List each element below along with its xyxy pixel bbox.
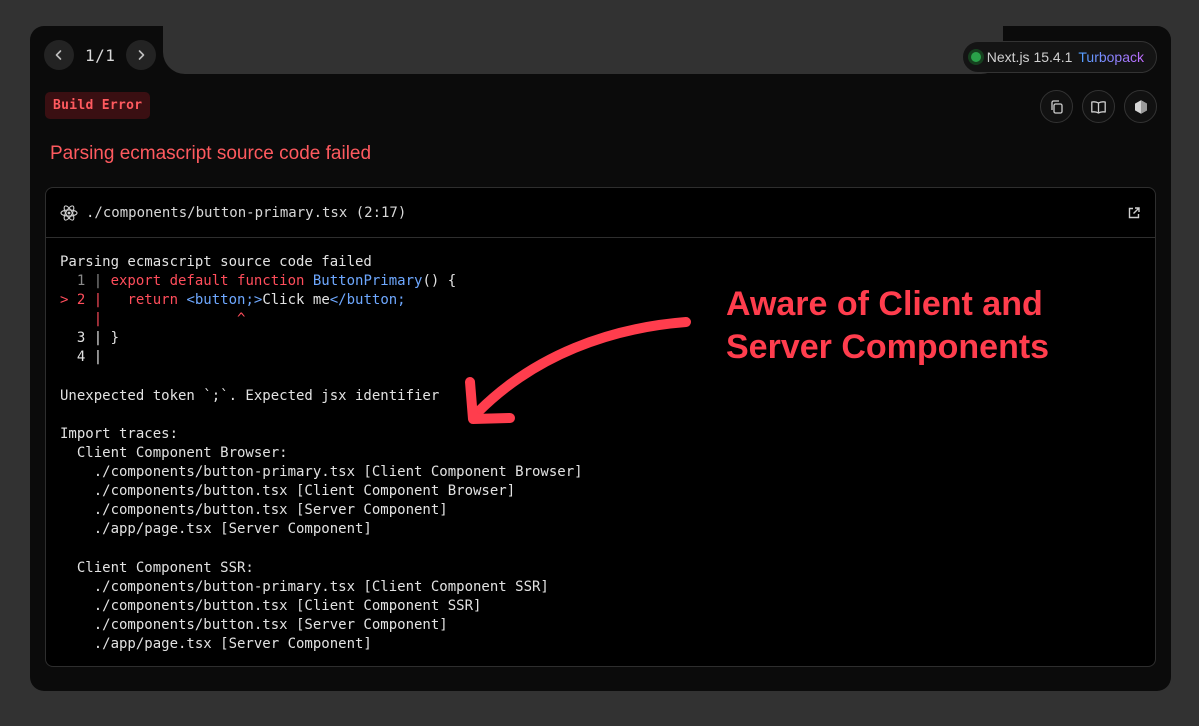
trace-group-heading: Client Component SSR:	[60, 559, 254, 576]
trace-line: ./components/button-primary.tsx [Client …	[60, 578, 549, 595]
trace-line: ./components/button.tsx [Server Componen…	[60, 502, 448, 519]
trace-group-heading: Client Component Browser:	[60, 444, 288, 461]
tab-notch	[163, 26, 1003, 74]
error-caret: | ^	[60, 311, 246, 328]
book-icon	[1091, 100, 1106, 114]
nodejs-button[interactable]	[1124, 90, 1157, 123]
open-in-editor-button[interactable]	[1127, 206, 1141, 220]
error-title: Parsing ecmascript source code failed	[50, 143, 372, 164]
code-line-2: > 2 | return <button;>Click me</button;	[60, 292, 406, 309]
next-error-button[interactable]	[126, 40, 157, 70]
code-frame-header: ./components/button-primary.tsx (2:17)	[46, 188, 1155, 238]
nextjs-version: Next.js 15.4.1	[986, 49, 1073, 65]
annotation-line: Server Components	[726, 328, 1050, 366]
code-heading: Parsing ecmascript source code failed	[60, 254, 372, 270]
docs-button[interactable]	[1082, 90, 1115, 123]
error-message: Unexpected token `;`. Expected jsx ident…	[60, 387, 440, 404]
trace-line: ./app/page.tsx [Server Component]	[60, 635, 372, 652]
prev-error-button[interactable]	[44, 40, 74, 70]
code-line-4: 4 |	[60, 349, 103, 366]
error-actions	[1040, 90, 1157, 123]
chevron-right-icon	[139, 50, 145, 60]
annotation-text: Aware of Client and Server Components	[726, 283, 1049, 369]
error-pagination: 1/1	[44, 40, 157, 70]
error-type-badge: Build Error	[45, 92, 151, 119]
react-icon	[60, 204, 78, 221]
file-path: ./components/button-primary.tsx (2:17)	[86, 204, 407, 221]
copy-icon	[1050, 99, 1063, 114]
bundler-label: Turbopack	[1078, 49, 1144, 65]
chevron-left-icon	[55, 50, 62, 60]
code-line-1: 1 | export default function ButtonPrimar…	[60, 273, 457, 290]
copy-button[interactable]	[1040, 90, 1073, 123]
import-traces-heading: Import traces:	[60, 425, 179, 442]
trace-line: ./app/page.tsx [Server Component]	[60, 521, 372, 538]
trace-line: ./components/button.tsx [Server Componen…	[60, 616, 448, 633]
error-counter: 1/1	[85, 45, 116, 65]
external-link-icon	[1128, 206, 1140, 218]
version-badge[interactable]: Next.js 15.4.1 Turbopack	[961, 41, 1157, 73]
annotation-arrow-icon	[465, 317, 691, 424]
trace-line: ./components/button-primary.tsx [Client …	[60, 464, 583, 481]
trace-line: ./components/button.tsx [Client Componen…	[60, 597, 482, 614]
nodejs-icon	[1134, 99, 1147, 114]
trace-line: ./components/button.tsx [Client Componen…	[60, 483, 516, 500]
annotation-line: Aware of Client and	[726, 285, 1043, 323]
code-line-3: 3 | }	[60, 330, 120, 347]
status-dot-icon	[970, 52, 981, 62]
